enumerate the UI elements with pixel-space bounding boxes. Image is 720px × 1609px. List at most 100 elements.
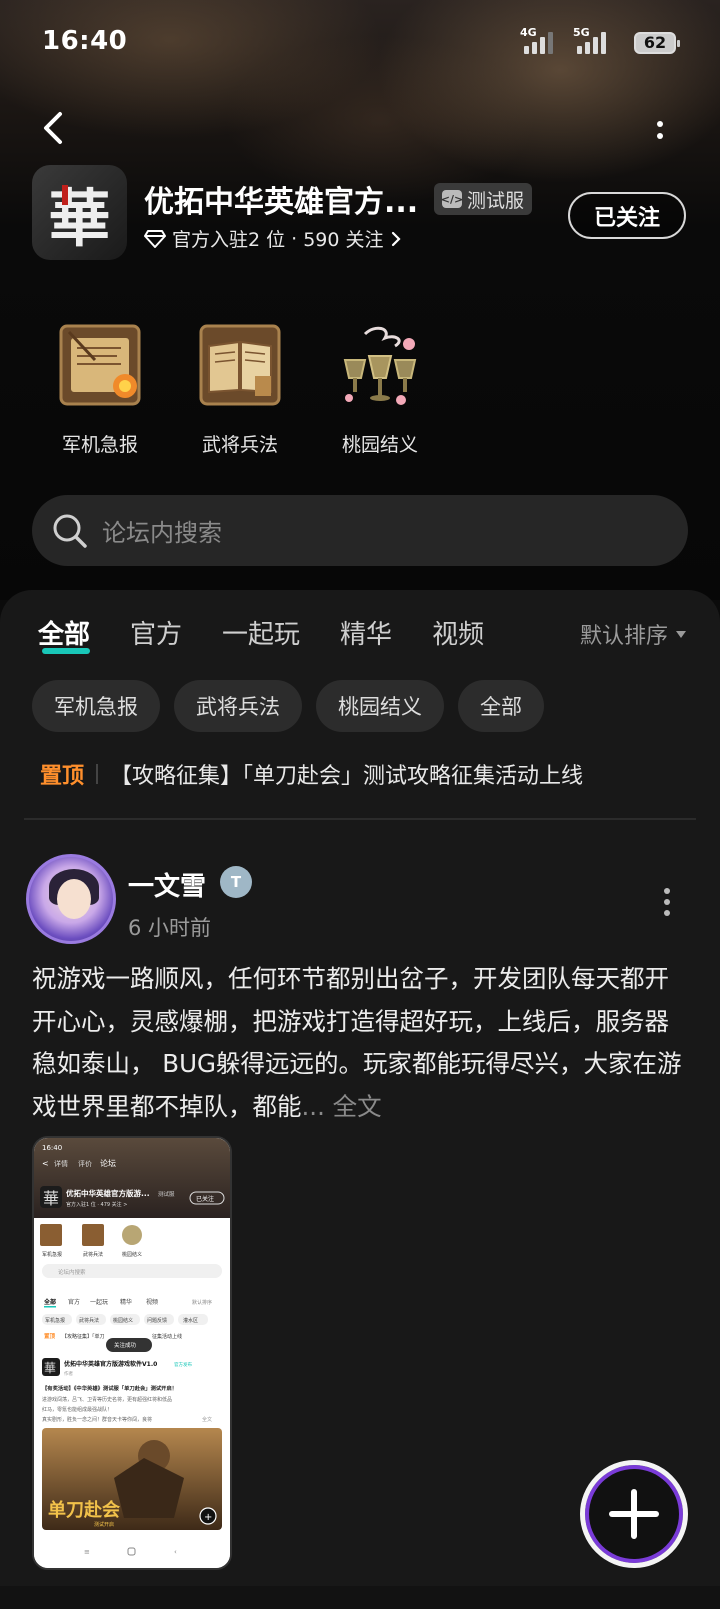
svg-text:已关注: 已关注 xyxy=(196,1195,214,1203)
chip-generals-tactics[interactable]: 武将兵法 xyxy=(174,680,302,732)
svg-text:一起玩: 一起玩 xyxy=(90,1298,108,1306)
svg-text:武将兵法: 武将兵法 xyxy=(83,1251,103,1258)
category-generals-tactics[interactable]: 武将兵法 xyxy=(170,320,310,457)
category-shortcuts: 军机急报 武将兵法 桃园结义 xyxy=(30,320,450,457)
svg-text:测试开启: 测试开启 xyxy=(94,1521,114,1528)
tab-featured[interactable]: 精华 xyxy=(340,614,392,651)
status-time: 16:40 xyxy=(42,26,128,56)
post-tabs: 全部 官方 一起玩 精华 视频 xyxy=(38,614,524,654)
status-bar: 16:40 4G 5G 62 xyxy=(0,0,720,80)
search-placeholder: 论坛内搜索 xyxy=(102,519,222,547)
book-icon xyxy=(199,324,281,406)
plus-icon xyxy=(609,1489,659,1539)
forum-search-input[interactable]: 论坛内搜索 xyxy=(32,495,688,566)
signal-4g-icon: 4G xyxy=(520,26,553,54)
svg-text:華: 華 xyxy=(44,1361,56,1375)
svg-text:官方入驻1 位 · 479 关注 >: 官方入驻1 位 · 479 关注 > xyxy=(66,1201,127,1208)
post-image-thumbnail[interactable]: 16:40 < 详情 评价 论坛 華 优拓中华英雄官方版游... 测试服 官方入… xyxy=(32,1136,232,1570)
svg-text:作者: 作者 xyxy=(64,1370,73,1377)
forum-content-panel: 全部 官方 一起玩 精华 视频 默认排序 军机急报 武将兵法 桃园结义 全部 置… xyxy=(0,590,720,1609)
post-more-button[interactable] xyxy=(664,888,670,916)
tab-all[interactable]: 全部 xyxy=(38,614,91,654)
followed-button[interactable]: 已关注 xyxy=(568,192,686,239)
code-icon: </> xyxy=(441,190,463,208)
bottom-nav-bar xyxy=(0,1586,720,1609)
goblets-icon xyxy=(343,326,417,405)
forum-logo: 華 xyxy=(32,165,127,260)
svg-text:灌水区: 灌水区 xyxy=(183,1317,198,1324)
back-button[interactable] xyxy=(36,108,76,148)
svg-text:桃园结义: 桃园结义 xyxy=(113,1317,133,1324)
svg-text:默认排序: 默认排序 xyxy=(192,1299,212,1306)
official-rank: 官方入驻2 位 xyxy=(172,229,286,251)
svg-text:征集活动上线: 征集活动上线 xyxy=(152,1333,182,1340)
svg-text:+: + xyxy=(204,1512,212,1523)
diamond-icon xyxy=(144,229,166,248)
svg-text:全部: 全部 xyxy=(43,1298,56,1306)
forum-stats[interactable]: 官方入驻2 位 · 590 关注 xyxy=(144,225,402,252)
svg-text:进游戏闯荡，吕飞、卫青等历史名将，更有超强红将和低品: 进游戏闯荡，吕飞、卫青等历史名将，更有超强红将和低品 xyxy=(42,1396,172,1403)
svg-text:<: < xyxy=(42,1159,49,1168)
svg-text:优拓中华英雄官方版游戏软件V1.0: 优拓中华英雄官方版游戏软件V1.0 xyxy=(64,1360,157,1368)
svg-text:军机急报: 军机急报 xyxy=(42,1251,62,1258)
svg-text:关注成功: 关注成功 xyxy=(114,1341,137,1349)
svg-text:【有奖活动】《中华英雄》测试服「单刀赴会」测试开启！: 【有奖活动】《中华英雄》测试服「单刀赴会」测试开启！ xyxy=(42,1384,177,1392)
svg-text:评价: 评价 xyxy=(78,1160,92,1168)
read-more-link[interactable]: ... 全文 xyxy=(302,1092,382,1121)
forum-title: 优拓中华英雄官方... xyxy=(144,185,419,220)
svg-text:精华: 精华 xyxy=(120,1298,132,1306)
svg-text:论坛内搜索: 论坛内搜索 xyxy=(58,1268,86,1276)
svg-text:≡: ≡ xyxy=(84,1548,90,1556)
svg-text:置顶: 置顶 xyxy=(44,1332,56,1340)
user-level-badge-icon: T xyxy=(220,866,252,898)
svg-text:问题反馈: 问题反馈 xyxy=(147,1317,167,1324)
search-icon xyxy=(53,514,87,548)
svg-text:红马，零氪也能组成最强战队！: 红马，零氪也能组成最强战队！ xyxy=(42,1406,112,1413)
sort-dropdown[interactable]: 默认排序 xyxy=(580,618,687,650)
category-military-news[interactable]: 军机急报 xyxy=(30,320,170,457)
tab-official[interactable]: 官方 xyxy=(130,614,182,651)
create-post-button[interactable] xyxy=(580,1460,688,1568)
svg-text:【攻略征集】「单刀: 【攻略征集】「单刀 xyxy=(62,1333,105,1340)
svg-text:官方: 官方 xyxy=(68,1298,80,1306)
screenshot-thumbnail-image: 16:40 < 详情 评价 论坛 華 优拓中华英雄官方版游... 测试服 官方入… xyxy=(34,1138,230,1568)
pinned-post[interactable]: 置顶 【攻略征集】「单刀赴会」测试攻略征集活动上线 xyxy=(40,758,583,790)
avatar[interactable] xyxy=(26,854,116,944)
svg-text:论坛: 论坛 xyxy=(100,1158,116,1168)
signal-5g-icon: 5G xyxy=(573,26,606,54)
category-chips: 军机急报 武将兵法 桃园结义 全部 xyxy=(32,680,544,732)
category-peach-oath[interactable]: 桃园结义 xyxy=(310,320,450,457)
test-server-badge: </> 测试服 xyxy=(434,183,533,215)
caret-down-icon xyxy=(676,630,687,638)
follow-count: 590 关注 xyxy=(303,229,384,251)
svg-text:军机急报: 军机急报 xyxy=(45,1317,65,1324)
chevron-right-icon xyxy=(391,231,401,246)
svg-text:華: 華 xyxy=(43,1189,59,1208)
svg-text:武将兵法: 武将兵法 xyxy=(79,1317,99,1324)
more-options-button[interactable] xyxy=(650,112,670,148)
post-username[interactable]: 一文雪 xyxy=(128,866,206,903)
battery-icon: 62 xyxy=(634,32,680,54)
svg-text:全文: 全文 xyxy=(202,1416,212,1423)
chip-peach-oath[interactable]: 桃园结义 xyxy=(316,680,444,732)
chip-military-news[interactable]: 军机急报 xyxy=(32,680,160,732)
svg-text:真实剧形，胜负一念之间！群音天卡等你闯，良将: 真实剧形，胜负一念之间！群音天卡等你闯，良将 xyxy=(42,1416,152,1423)
tab-video[interactable]: 视频 xyxy=(432,614,484,651)
svg-text:优拓中华英雄官方版游...: 优拓中华英雄官方版游... xyxy=(66,1188,150,1198)
svg-text:详情: 详情 xyxy=(54,1159,68,1168)
post-time: 6 小时前 xyxy=(128,916,212,940)
pinned-title: 【攻略征集】「单刀赴会」测试攻略征集活动上线 xyxy=(110,764,584,789)
scroll-icon xyxy=(59,324,141,406)
chip-all[interactable]: 全部 xyxy=(458,680,544,732)
svg-text:16:40: 16:40 xyxy=(42,1144,62,1152)
svg-text:官方发布: 官方发布 xyxy=(174,1361,192,1368)
pinned-tag: 置顶 xyxy=(40,764,85,789)
tab-play-together[interactable]: 一起玩 xyxy=(222,614,300,651)
chevron-left-icon xyxy=(44,112,62,144)
svg-text:单刀赴会: 单刀赴会 xyxy=(48,1499,120,1521)
divider xyxy=(24,818,696,820)
svg-text:桃园结义: 桃园结义 xyxy=(122,1251,142,1258)
svg-text:‹: ‹ xyxy=(174,1548,177,1556)
post-content[interactable]: 祝游戏一路顺风，任何环节都别出岔子，开发团队每天都开开心心，灵感爆棚，把游戏打造… xyxy=(32,958,692,1128)
svg-text:测试服: 测试服 xyxy=(158,1190,175,1198)
